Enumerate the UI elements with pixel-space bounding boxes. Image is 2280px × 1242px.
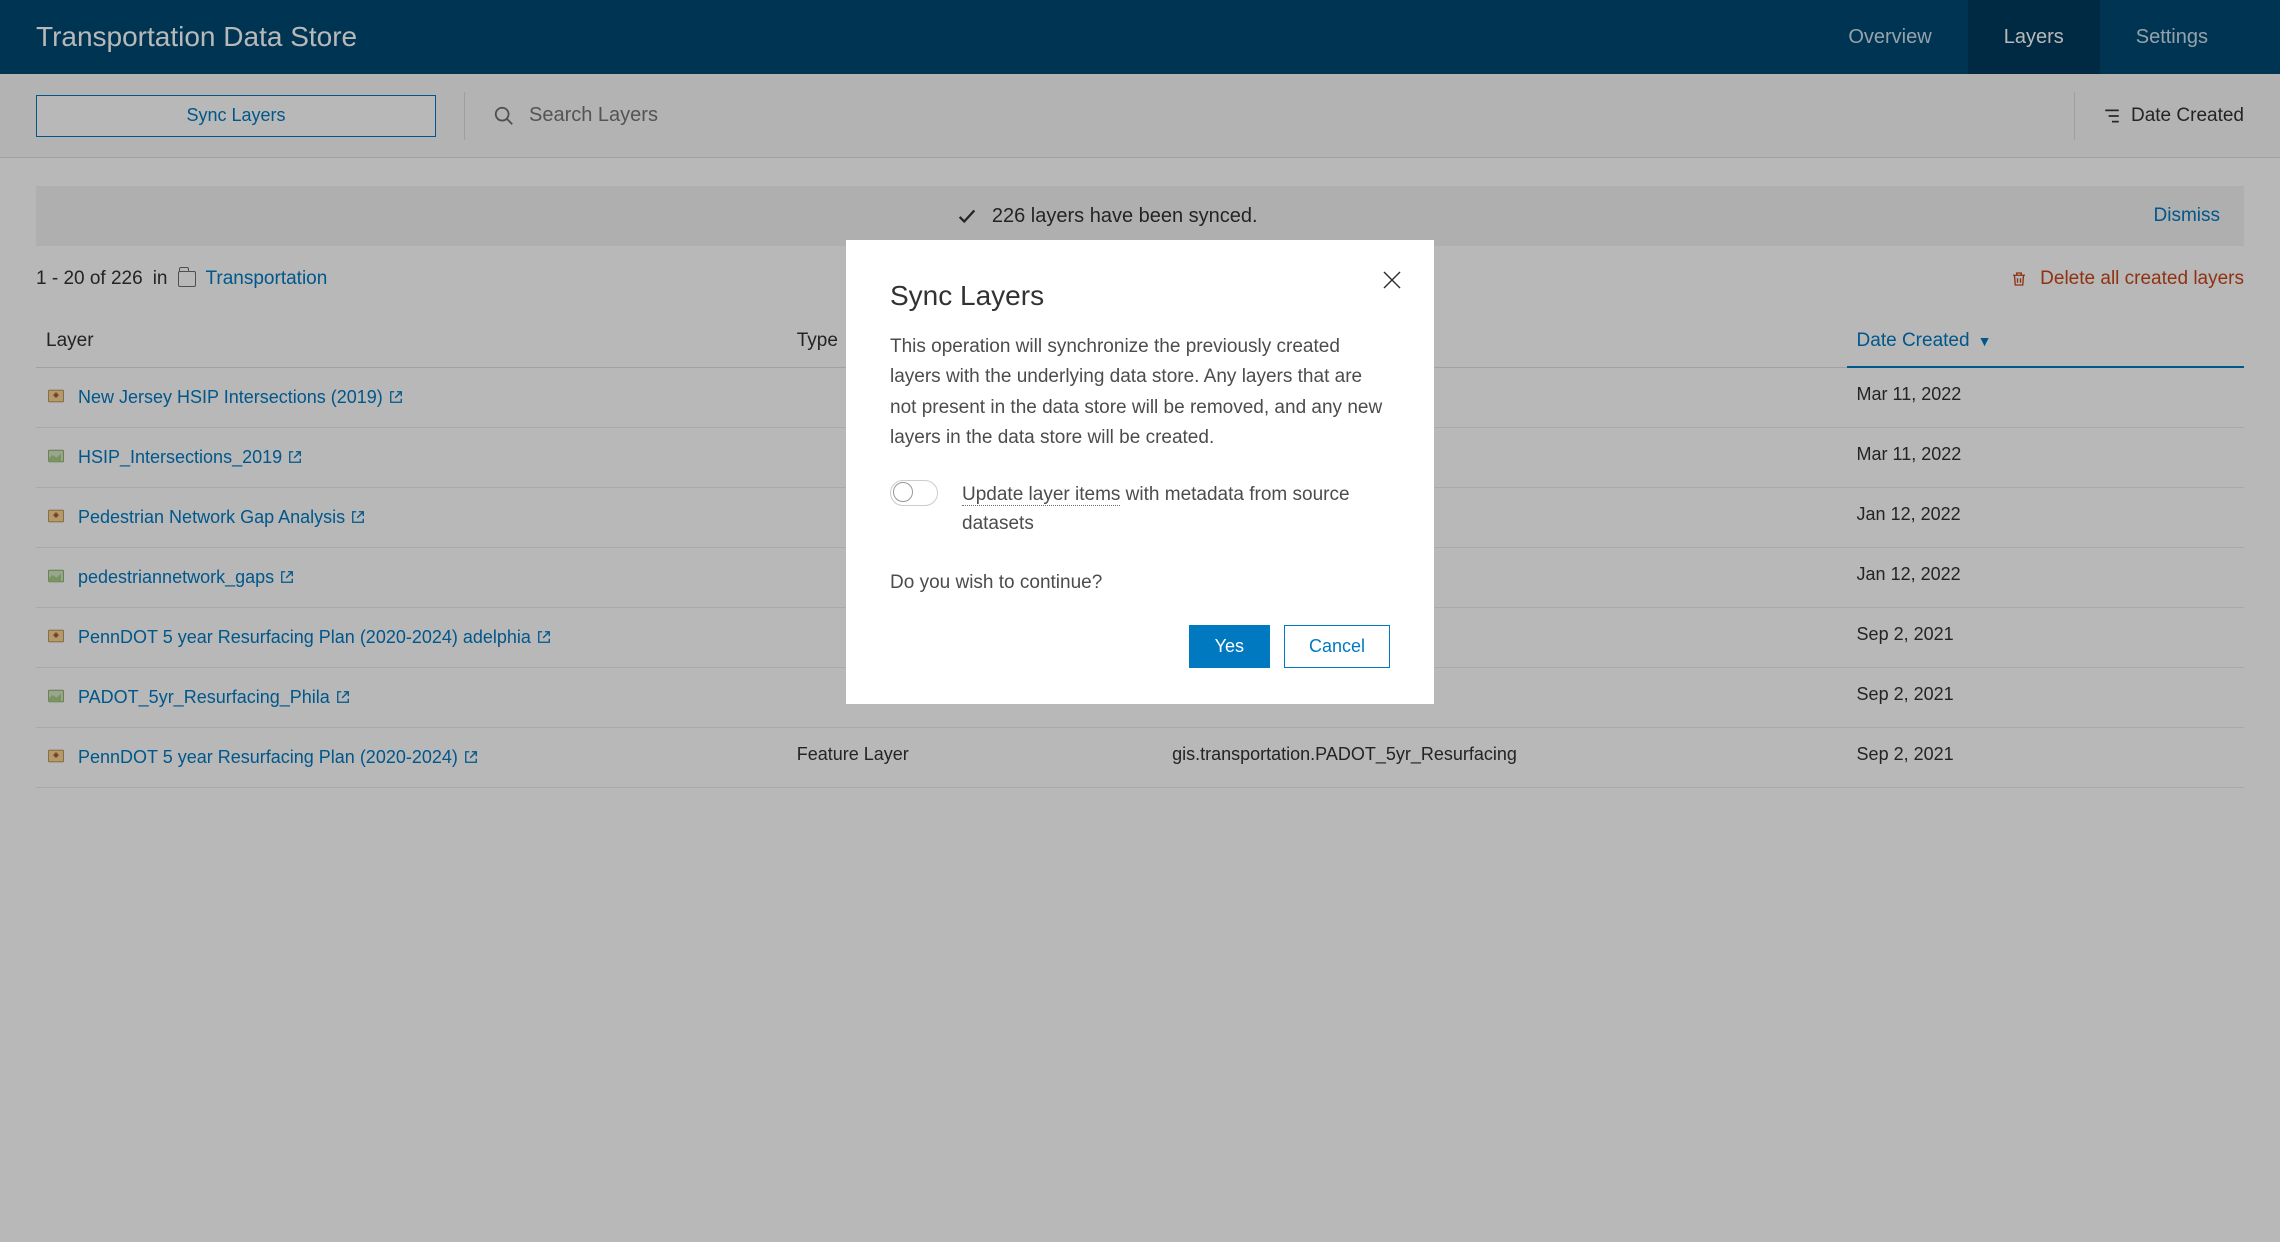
modal-description: This operation will synchronize the prev… — [890, 332, 1390, 454]
yes-button[interactable]: Yes — [1189, 625, 1270, 668]
toggle-row: Update layer items with metadata from so… — [890, 480, 1390, 539]
sync-layers-modal: Sync Layers This operation will synchron… — [846, 240, 1434, 704]
modal-actions: Yes Cancel — [890, 625, 1390, 668]
modal-confirm-text: Do you wish to continue? — [890, 568, 1390, 598]
metadata-toggle[interactable] — [890, 480, 938, 506]
modal-overlay[interactable]: Sync Layers This operation will synchron… — [0, 0, 2280, 1242]
close-icon[interactable] — [1380, 268, 1404, 292]
modal-title: Sync Layers — [890, 280, 1390, 312]
toggle-knob — [893, 482, 913, 502]
toggle-label: Update layer items with metadata from so… — [962, 480, 1390, 539]
cancel-button[interactable]: Cancel — [1284, 625, 1390, 668]
